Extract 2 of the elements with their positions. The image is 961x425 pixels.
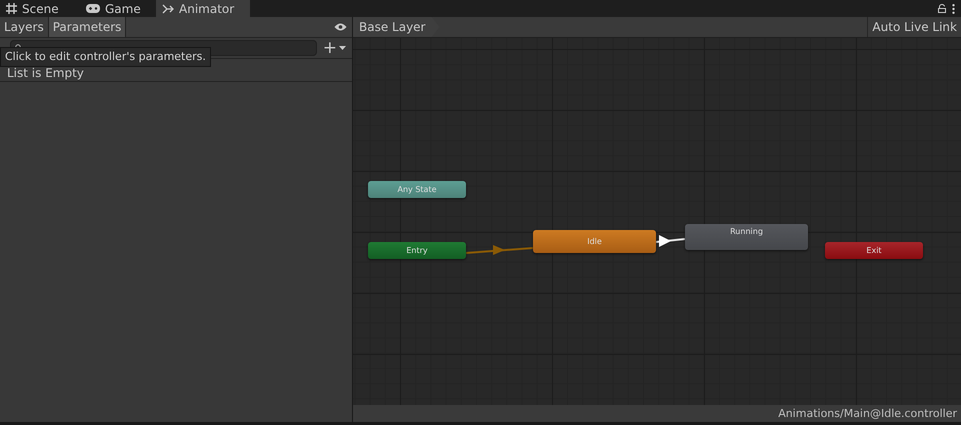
tooltip: Click to edit controller's parameters. <box>0 47 211 67</box>
status-bar: Animations/Main@Idle.controller <box>353 405 961 422</box>
